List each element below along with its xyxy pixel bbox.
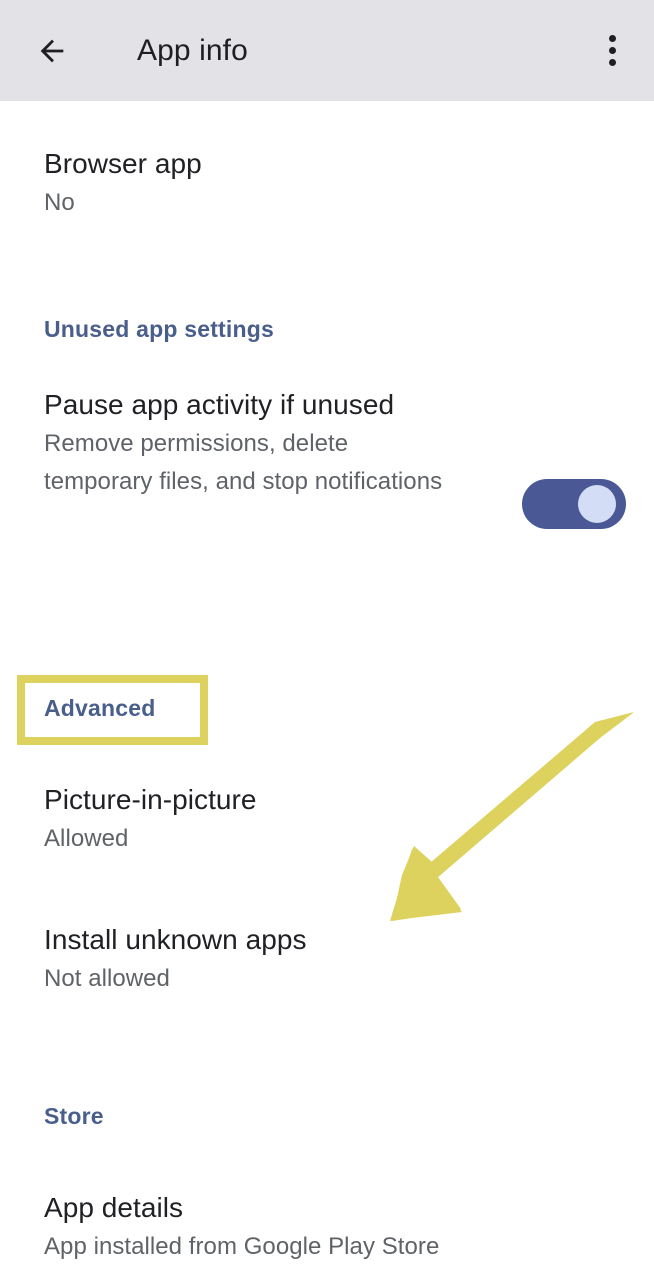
list-item-title: App details <box>44 1192 184 1223</box>
list-item-browser-app[interactable]: Browser app No <box>44 145 464 222</box>
section-header-store: Store <box>44 1103 104 1129</box>
list-item-title: Browser app <box>44 148 202 179</box>
list-item-subtitle: Allowed <box>44 825 129 852</box>
toggle-pause-app-activity[interactable] <box>522 479 626 529</box>
page-title: App info <box>137 33 248 67</box>
list-item-subtitle: Not allowed <box>44 965 170 992</box>
list-item-install-unknown-apps[interactable]: Install unknown apps Not allowed <box>44 921 484 998</box>
toggle-thumb <box>578 485 616 523</box>
list-item-title: Picture-in-picture <box>44 784 257 815</box>
section-header-advanced[interactable]: Advanced <box>44 693 156 723</box>
list-item-subtitle: Remove permissions, delete temporary fil… <box>44 430 443 495</box>
list-item-title: Pause app activity if unused <box>44 389 395 420</box>
more-vertical-icon-dot-3 <box>608 58 616 66</box>
list-item-subtitle: No <box>44 189 75 216</box>
more-vertical-icon-dot-2 <box>608 46 616 54</box>
section-header-unused-app-settings: Unused app settings <box>44 316 274 342</box>
overflow-menu-button[interactable] <box>588 21 636 79</box>
list-item-subtitle: App installed from Google Play Store <box>44 1233 440 1260</box>
list-item-picture-in-picture[interactable]: Picture-in-picture Allowed <box>44 781 484 858</box>
more-vertical-icon-dot-1 <box>608 34 616 42</box>
settings-list: Browser app No Unused app settings Pause… <box>0 101 654 1280</box>
app-bar: App info <box>0 0 654 101</box>
list-item-pause-app-activity[interactable]: Pause app activity if unused Remove perm… <box>44 386 444 501</box>
list-item-app-details[interactable]: App details App installed from Google Pl… <box>44 1189 644 1266</box>
arrow-left-icon <box>35 34 69 68</box>
list-item-title: Install unknown apps <box>44 924 307 955</box>
back-button[interactable] <box>22 22 82 80</box>
